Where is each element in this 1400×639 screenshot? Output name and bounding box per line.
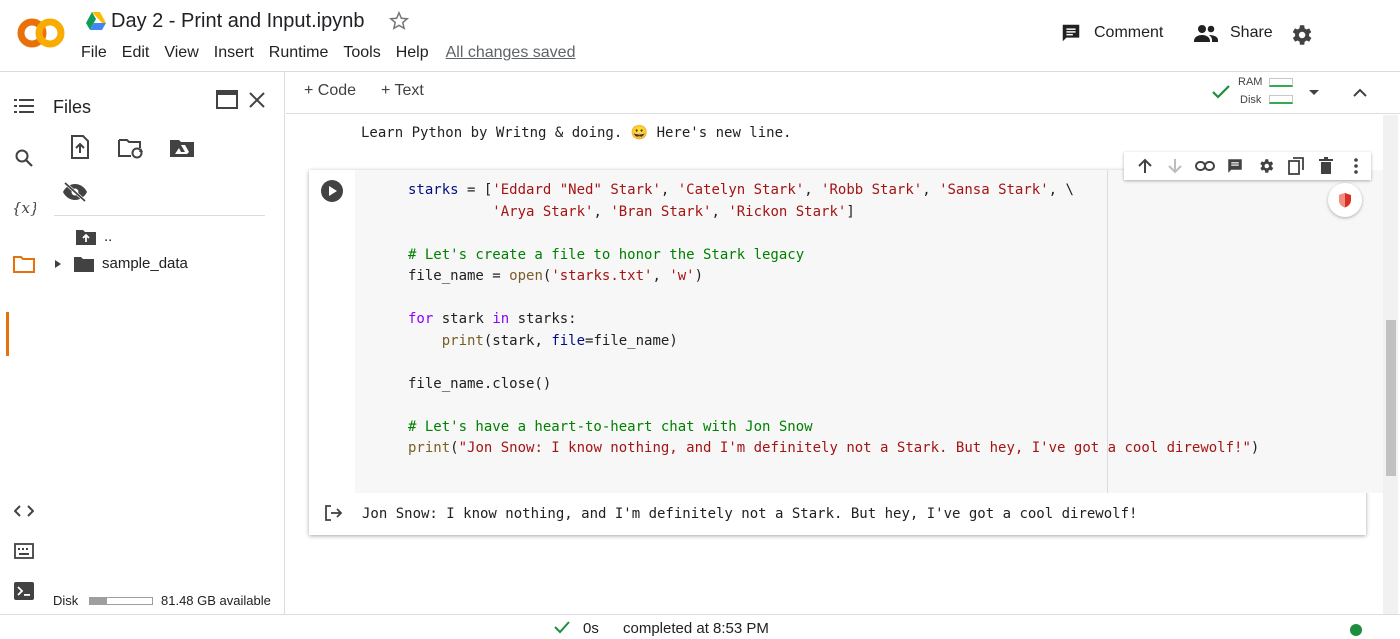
upload-icon[interactable] [70, 135, 90, 159]
table-of-contents-icon[interactable] [12, 94, 36, 118]
save-status-link[interactable]: All changes saved [446, 44, 576, 62]
link-icon[interactable] [1190, 160, 1220, 172]
gear-icon[interactable] [1288, 22, 1314, 48]
share-button[interactable]: Share [1194, 22, 1273, 44]
comment-icon[interactable] [1220, 157, 1250, 175]
cell-toolbar [1124, 152, 1371, 180]
active-indicator [6, 312, 9, 356]
disk-bar-small [1269, 95, 1293, 104]
dropdown-arrow-icon[interactable] [1308, 89, 1320, 96]
code-content: starks = ['Eddard "Ned" Stark', 'Catelyn… [408, 182, 1260, 456]
menu-runtime[interactable]: Runtime [269, 44, 329, 62]
output-clear-icon[interactable] [325, 505, 343, 521]
output-text: Jon Snow: I know nothing, and I'm defini… [362, 506, 1138, 522]
refresh-folder-icon[interactable] [118, 137, 144, 159]
new-window-icon[interactable] [216, 90, 238, 110]
disk-usage-fill [90, 598, 107, 604]
search-icon[interactable] [12, 146, 36, 170]
notebook-title[interactable]: Day 2 - Print and Input.ipynb [111, 10, 364, 33]
code-snippets-icon[interactable] [12, 499, 36, 523]
panel-title: Files [53, 97, 92, 117]
more-vert-icon[interactable] [1341, 158, 1371, 174]
folder-up-icon [76, 229, 96, 245]
cell-output: Jon Snow: I know nothing, and I'm defini… [309, 493, 1366, 535]
people-icon [1194, 22, 1218, 44]
disk-label-small: Disk [1240, 94, 1262, 106]
comment-button[interactable]: Comment [1060, 22, 1163, 44]
delete-icon[interactable] [1311, 157, 1341, 175]
mount-drive-icon[interactable] [170, 138, 194, 157]
mirror-cell-icon[interactable] [1281, 157, 1311, 175]
text-cell[interactable]: Learn Python by Writng & doing. 😀 Here's… [361, 125, 791, 141]
variables-icon[interactable]: {x} [12, 196, 36, 220]
notebook-area: Learn Python by Writng & doing. 😀 Here's… [286, 115, 1391, 614]
menu-edit[interactable]: Edit [122, 44, 150, 62]
disk-usage-bar [89, 597, 153, 605]
gear-icon[interactable] [1251, 157, 1281, 175]
command-palette-icon[interactable] [12, 539, 36, 563]
folder-icon [74, 256, 94, 272]
tree-item-parent[interactable]: .. [76, 228, 112, 245]
disk-label: Disk [53, 593, 79, 608]
disk-available: 81.48 GB available [161, 593, 271, 608]
sidebar-rail: {x} [0, 72, 48, 614]
shield-icon[interactable] [1328, 183, 1362, 217]
add-code-button[interactable]: + Code [304, 82, 356, 100]
ram-label: RAM [1238, 76, 1263, 88]
notebook-toolbar: + Code + Text RAM Disk [286, 72, 1400, 114]
menu-tools[interactable]: Tools [343, 44, 380, 62]
comment-label: Comment [1094, 24, 1164, 41]
hidden-files-icon[interactable] [62, 181, 88, 203]
check-icon [554, 620, 570, 634]
svg-text:{x}: {x} [12, 199, 36, 217]
colab-logo[interactable] [16, 16, 66, 50]
ram-bar [1269, 78, 1293, 87]
app-header: Day 2 - Print and Input.ipynb File Edit … [0, 0, 1400, 72]
panel-divider [54, 215, 265, 216]
menu-view[interactable]: View [164, 44, 198, 62]
connected-check-icon [1211, 84, 1231, 100]
menu-help[interactable]: Help [396, 44, 429, 62]
completion-time: completed at 8:53 PM [623, 620, 769, 637]
move-down-icon[interactable] [1160, 158, 1190, 174]
google-drive-icon[interactable] [86, 12, 106, 30]
tree-item-label: .. [104, 228, 113, 245]
move-up-icon[interactable] [1130, 158, 1160, 174]
folder-icon[interactable] [12, 252, 36, 276]
resource-monitor[interactable]: RAM Disk [1237, 72, 1297, 114]
terminal-icon[interactable] [12, 579, 36, 603]
execution-duration: 0s [583, 620, 599, 637]
star-icon[interactable] [388, 10, 410, 32]
collapse-icon[interactable] [1352, 86, 1368, 98]
scrollbar-thumb[interactable] [1386, 320, 1396, 476]
menu-insert[interactable]: Insert [214, 44, 254, 62]
tree-item-sample-data[interactable]: sample_data [54, 255, 188, 272]
share-label: Share [1230, 24, 1273, 41]
files-panel: Files .. sample_data Disk 81.48 GB avail… [48, 72, 285, 614]
chevron-right-icon[interactable] [54, 259, 62, 269]
comment-icon [1060, 22, 1082, 44]
close-icon[interactable] [248, 91, 266, 109]
code-cell[interactable]: starks = ['Eddard "Ned" Stark', 'Catelyn… [309, 152, 1391, 535]
add-text-button[interactable]: + Text [381, 82, 424, 100]
tree-item-label: sample_data [102, 255, 188, 272]
menu-file[interactable]: File [81, 44, 107, 62]
run-cell-button[interactable] [320, 179, 344, 203]
runtime-status-indicator[interactable] [1350, 624, 1362, 636]
menu-bar: File Edit View Insert Runtime Tools Help… [81, 44, 590, 62]
code-editor[interactable]: starks = ['Eddard "Ned" Stark', 'Catelyn… [355, 170, 1391, 493]
status-bar: 0s completed at 8:53 PM [0, 614, 1400, 639]
